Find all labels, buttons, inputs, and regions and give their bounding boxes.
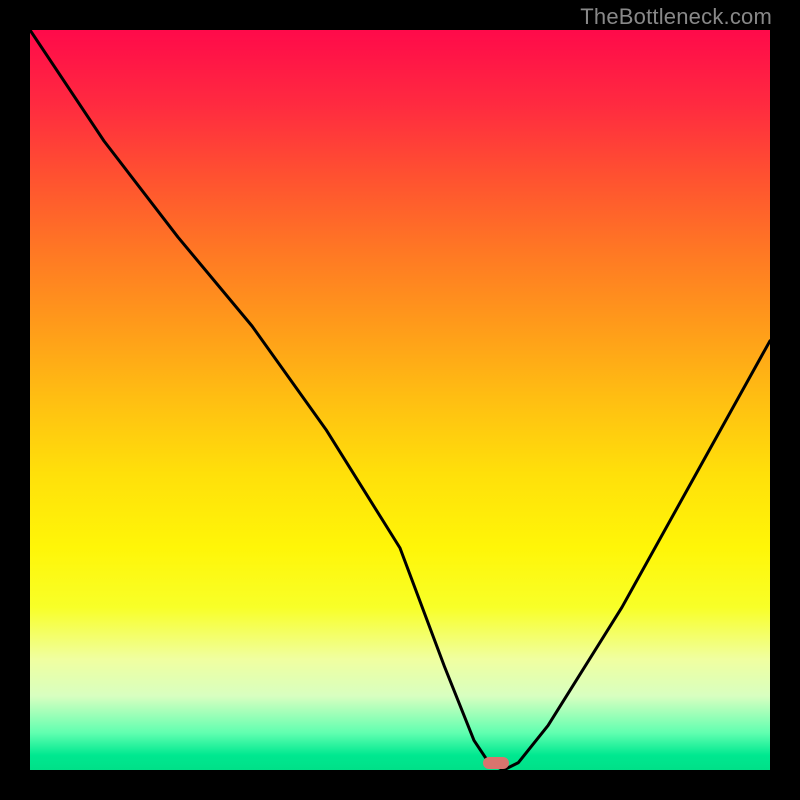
optimum-marker — [483, 757, 509, 769]
curve-svg — [30, 30, 770, 770]
plot-area — [30, 30, 770, 770]
watermark-label: TheBottleneck.com — [580, 4, 772, 30]
chart-container: TheBottleneck.com — [0, 0, 800, 800]
bottleneck-curve — [30, 30, 770, 770]
